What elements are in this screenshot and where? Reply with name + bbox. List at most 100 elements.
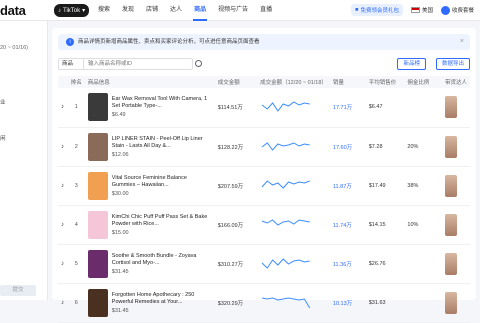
sparkline-chart bbox=[261, 101, 310, 113]
col-gmv[interactable]: 成交金额 bbox=[214, 76, 258, 88]
tiktok-icon: ♪ bbox=[61, 260, 64, 267]
us-flag-icon bbox=[410, 7, 420, 13]
product-price: $31.45 bbox=[111, 268, 129, 275]
export-button[interactable]: 数据导出 bbox=[435, 58, 470, 70]
product-thumbnail[interactable] bbox=[87, 210, 108, 239]
sales-cell[interactable]: 11.74万 bbox=[329, 205, 366, 245]
product-title[interactable]: Soothe & Smooth Bundle - Zoyava Cortisol… bbox=[112, 253, 212, 267]
search-scope-select[interactable]: 商品 bbox=[58, 58, 84, 70]
commission-cell bbox=[404, 283, 442, 323]
nav-item-creators[interactable]: 达人 bbox=[164, 0, 188, 21]
col-sales[interactable]: 销量 bbox=[329, 76, 366, 88]
product-title[interactable]: Vital Source Feminine Balance Gummies – … bbox=[112, 175, 212, 189]
commission-cell: 10% bbox=[404, 205, 442, 245]
gmv-cell: $310.27万 bbox=[214, 244, 258, 284]
gmv-cell: $166.09万 bbox=[214, 205, 258, 245]
creator-avatar[interactable] bbox=[444, 135, 457, 158]
platform-cell: ♪ bbox=[58, 88, 68, 128]
product-thumbnail[interactable] bbox=[87, 132, 108, 161]
table-header: 排名 商品信息 成交金额 成交金额（12/20 ~ 01/18） 销量 平均销售… bbox=[58, 76, 470, 88]
search-input[interactable] bbox=[83, 58, 193, 70]
creator-avatar[interactable] bbox=[444, 291, 457, 314]
product-price: $6.49 bbox=[111, 112, 126, 119]
product-title[interactable]: KimChi Chic Puff Puff Pass Set & Bake Po… bbox=[112, 214, 212, 228]
gmv-cell: $207.59万 bbox=[214, 166, 258, 206]
table-row[interactable]: ♪ 1 Ear Wax Removal Tool With Camera, 1 … bbox=[58, 88, 470, 128]
app-logo[interactable]: data bbox=[0, 3, 26, 18]
search-icon[interactable] bbox=[195, 60, 202, 67]
close-icon[interactable]: × bbox=[460, 34, 464, 50]
sidebar-item-2[interactable]: 闲 bbox=[0, 134, 6, 142]
product-cell[interactable]: KimChi Chic Puff Puff Pass Set & Bake Po… bbox=[84, 205, 215, 245]
account-menu[interactable]: 收费套餐 bbox=[440, 5, 474, 15]
gmv-cell: $114.51万 bbox=[214, 88, 258, 128]
platform-cell: ♪ bbox=[58, 127, 68, 167]
creator-avatar[interactable] bbox=[444, 213, 457, 236]
sparkline-chart bbox=[261, 218, 310, 226]
product-title[interactable]: Forgotten Home Apothecary : 250 Powerful… bbox=[112, 292, 212, 306]
tiktok-icon: ♪ bbox=[61, 104, 64, 111]
platform-cell: ♪ bbox=[58, 205, 68, 245]
table-row[interactable]: ♪ 5 Soothe & Smooth Bundle - Zoyava Cort… bbox=[58, 244, 470, 284]
avg-price-cell: $14.15 bbox=[365, 205, 405, 245]
sidebar-item-1[interactable]: 业 bbox=[0, 98, 6, 106]
table-row[interactable]: ♪ 6 Forgotten Home Apothecary : 250 Powe… bbox=[58, 283, 470, 323]
sales-cell[interactable]: 11.36万 bbox=[329, 244, 366, 284]
col-commission[interactable]: 佣金比例 bbox=[404, 76, 442, 88]
region-selector[interactable]: 美国 bbox=[410, 6, 433, 14]
product-thumbnail[interactable] bbox=[87, 93, 108, 122]
nav-item-shops[interactable]: 店铺 bbox=[140, 0, 164, 21]
sparkline-series bbox=[261, 141, 310, 151]
product-title[interactable]: Ear Wax Removal Tool With Camera, 1 Set … bbox=[112, 96, 212, 110]
sales-cell[interactable]: 17.71万 bbox=[329, 88, 366, 128]
commission-cell: 38% bbox=[404, 166, 442, 206]
sparkline-chart bbox=[261, 141, 310, 151]
creator-avatar[interactable] bbox=[444, 96, 457, 119]
product-cell[interactable]: LIP LINER STAIN - Peel-Off Lip Liner Sta… bbox=[84, 127, 215, 167]
filter-sidebar: 20 ~ 01/16) 业 闲 提交 bbox=[0, 21, 48, 300]
sparkline-chart bbox=[261, 257, 310, 269]
product-price: $15.00 bbox=[111, 229, 129, 236]
product-cell[interactable]: Vital Source Feminine Balance Gummies – … bbox=[84, 166, 215, 206]
col-avg-price[interactable]: 平均销售价 bbox=[365, 76, 405, 88]
region-label: 美国 bbox=[421, 8, 433, 14]
tiktok-icon: ♪ bbox=[61, 143, 64, 150]
tiktok-icon: ♪ bbox=[58, 7, 61, 14]
promo-button[interactable]: ■ 免费领会员礼包 bbox=[351, 4, 403, 16]
creators-cell bbox=[441, 88, 470, 128]
table-row[interactable]: ♪ 4 KimChi Chic Puff Puff Pass Set & Bak… bbox=[58, 205, 470, 245]
creators-cell bbox=[441, 205, 470, 245]
product-cell[interactable]: Soothe & Smooth Bundle - Zoyava Cortisol… bbox=[84, 244, 215, 284]
rank-cell: 1 bbox=[67, 88, 85, 128]
table-row[interactable]: ♪ 2 LIP LINER STAIN - Peel-Off Lip Liner… bbox=[58, 127, 470, 167]
product-thumbnail[interactable] bbox=[87, 171, 108, 200]
sparkline-series bbox=[261, 218, 310, 226]
nav-item-products[interactable]: 商品 bbox=[188, 0, 212, 21]
nav-item-live[interactable]: 直播 bbox=[254, 0, 278, 21]
new-products-button[interactable]: 新品榜 bbox=[397, 58, 426, 70]
nav-item-search[interactable]: 搜索 bbox=[92, 0, 116, 21]
tiktok-icon: ♪ bbox=[61, 221, 64, 228]
product-thumbnail[interactable] bbox=[87, 249, 108, 278]
nav-item-discover[interactable]: 发现 bbox=[116, 0, 140, 21]
sales-cell[interactable]: 10.13万 bbox=[329, 283, 366, 323]
info-icon: i bbox=[66, 38, 74, 46]
gift-icon: ■ bbox=[355, 7, 359, 13]
table-row[interactable]: ♪ 3 Vital Source Feminine Balance Gummie… bbox=[58, 166, 470, 206]
product-title[interactable]: LIP LINER STAIN - Peel-Off Lip Liner Sta… bbox=[112, 136, 212, 150]
platform-selector[interactable]: ♪ TikTok ▾ bbox=[54, 4, 90, 17]
col-product: 商品信息 bbox=[84, 76, 215, 88]
avg-price-cell: $31.63 bbox=[365, 283, 405, 323]
nav-item-videos-ads[interactable]: 视频与广告 bbox=[212, 0, 254, 21]
sales-cell[interactable]: 11.87万 bbox=[329, 166, 366, 206]
creator-avatar[interactable] bbox=[444, 252, 457, 275]
product-price: $31.45 bbox=[111, 307, 129, 314]
product-cell[interactable]: Forgotten Home Apothecary : 250 Powerful… bbox=[84, 283, 215, 323]
creator-avatar[interactable] bbox=[444, 174, 457, 197]
info-banner: i 商品详情页新增商品属性、卖点和买家评论分析，可点进任意商品页面查看 × bbox=[58, 34, 470, 50]
submit-button[interactable]: 提交 bbox=[0, 285, 36, 296]
sales-cell[interactable]: 17.60万 bbox=[329, 127, 366, 167]
product-thumbnail[interactable] bbox=[87, 288, 108, 317]
product-cell[interactable]: Ear Wax Removal Tool With Camera, 1 Set … bbox=[84, 88, 215, 128]
col-rank[interactable]: 排名 bbox=[67, 76, 85, 88]
